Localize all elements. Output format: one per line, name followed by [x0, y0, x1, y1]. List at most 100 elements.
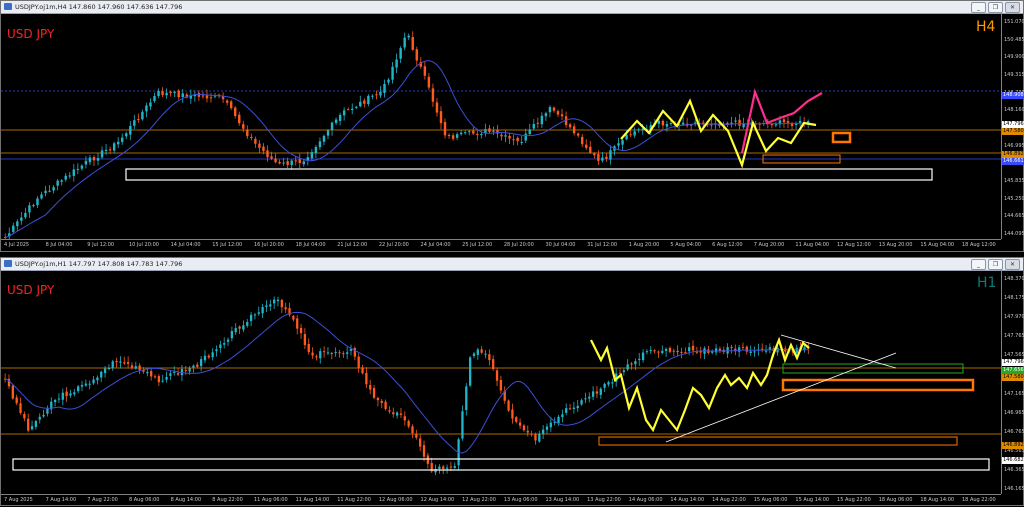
price-label-blue2: 146.661 [1002, 158, 1024, 165]
chart-app-icon [4, 260, 12, 267]
price-axis-h1[interactable]: 146.165 146.365 146.565 146.765 146.965 147.1… [1001, 270, 1024, 494]
candle-body [576, 405, 579, 409]
candle-body [449, 466, 453, 468]
candle-body [207, 355, 210, 358]
candle-body [121, 137, 124, 142]
time-tick: 12 Aug 12:00 [837, 242, 871, 248]
candle-body [465, 386, 468, 410]
candle-body [307, 343, 310, 353]
time-tick: 15 Aug 04:00 [920, 242, 955, 248]
candle-body [274, 158, 277, 163]
candle-body [438, 466, 441, 469]
candle-body [367, 95, 370, 105]
candle-body [524, 133, 527, 141]
time-tick: 12 Aug 14:00 [420, 497, 455, 503]
price-chart-h4[interactable] [1, 13, 1001, 239]
candle-body [484, 353, 487, 355]
trendline-lower [665, 352, 897, 443]
price-label-orange: 147.580 [1002, 128, 1024, 135]
candle-body [714, 348, 718, 353]
candle-body [108, 149, 112, 151]
candle-body [38, 416, 41, 420]
candle-body [238, 114, 241, 124]
candle-body [392, 412, 395, 415]
candle-body [342, 110, 346, 116]
chart-window-h1[interactable]: USDJPY.oj1m,H1 147.797 147.808 147.783 1… [0, 257, 1024, 506]
candle-body [266, 150, 269, 158]
candle-body [357, 356, 360, 368]
candle-body [294, 160, 297, 162]
time-tick: 28 Jul 20:00 [503, 242, 534, 248]
candle-body [330, 353, 333, 355]
time-tick: 8 Aug 22:00 [212, 497, 243, 503]
close-button[interactable]: ✕ [1005, 259, 1020, 270]
candle-body [84, 383, 88, 386]
time-tick: 7 Aug 2025 [4, 497, 33, 503]
candle-body [516, 137, 519, 142]
restore-button[interactable]: ❐ [988, 2, 1003, 13]
price-chart-h1[interactable] [1, 270, 1001, 494]
candle-body [476, 133, 479, 135]
candle-body [492, 359, 495, 370]
candle-body [278, 161, 281, 164]
candle-body [488, 128, 491, 132]
candle-body [798, 120, 802, 123]
candle-body [695, 351, 699, 353]
candle-body [609, 150, 612, 160]
candle-body [225, 100, 229, 103]
candle-body [495, 370, 499, 381]
candle-body [116, 141, 120, 145]
candle-body [649, 350, 652, 352]
candle-body [576, 133, 580, 136]
candle-body [107, 368, 111, 370]
window-title-h4: USDJPY.oj1m,H4 147.860 147.960 147.636 1… [15, 3, 183, 11]
candle-body [399, 413, 403, 415]
candle-body [150, 370, 153, 377]
close-button[interactable]: ✕ [1005, 2, 1020, 13]
candle-body [520, 141, 523, 143]
time-tick: 15 Aug 06:00 [753, 497, 788, 503]
candle-body [80, 165, 84, 169]
price-tick: 149.900 [1004, 54, 1024, 61]
candle-body [403, 416, 406, 421]
candle-body [657, 120, 661, 124]
candle-body [346, 109, 350, 111]
candle-body [36, 198, 39, 206]
candle-body [319, 351, 322, 359]
candle-body [540, 115, 544, 125]
candle-body [734, 120, 737, 122]
candle-body [223, 343, 226, 345]
time-tick: 10 Jul 20:00 [128, 242, 159, 248]
candle-body [77, 386, 80, 392]
restore-button[interactable]: ❐ [988, 259, 1003, 270]
price-axis-h4[interactable]: 144.095144.665145.250145.835146.410146.9… [1001, 13, 1024, 239]
candle-body [322, 135, 326, 142]
candle-body [593, 153, 596, 156]
candle-body [411, 426, 414, 434]
price-tick: 144.095 [1004, 231, 1024, 237]
candle-body [403, 37, 406, 48]
candle-body [88, 383, 91, 385]
candle-body [384, 401, 387, 409]
candle-body [134, 366, 137, 369]
price-tick: 146.965 [1004, 409, 1024, 416]
candle-body [518, 422, 522, 426]
candle-body [532, 124, 536, 129]
candle-body [338, 114, 342, 121]
candle-body [565, 408, 568, 413]
candle-body [423, 66, 427, 76]
minimize-button[interactable]: _ [971, 259, 986, 270]
candle-body [488, 354, 491, 361]
chart-window-h4[interactable]: USDJPY.oj1m,H4 147.860 147.960 147.636 1… [0, 0, 1024, 252]
time-tick: 11 Aug 14:00 [295, 497, 330, 503]
price-label-blue: 148.908 [1002, 92, 1024, 99]
candle-body [201, 95, 205, 97]
price-tick: 147.765 [1004, 333, 1024, 340]
time-tick: 31 Jul 12:00 [587, 242, 618, 248]
minimize-button[interactable]: _ [971, 2, 986, 13]
candle-body [11, 385, 14, 399]
candle-body [246, 322, 249, 326]
zone-green-outline [782, 363, 964, 374]
time-tick: 18 Aug 14:00 [920, 497, 955, 503]
candle-body [415, 433, 418, 438]
